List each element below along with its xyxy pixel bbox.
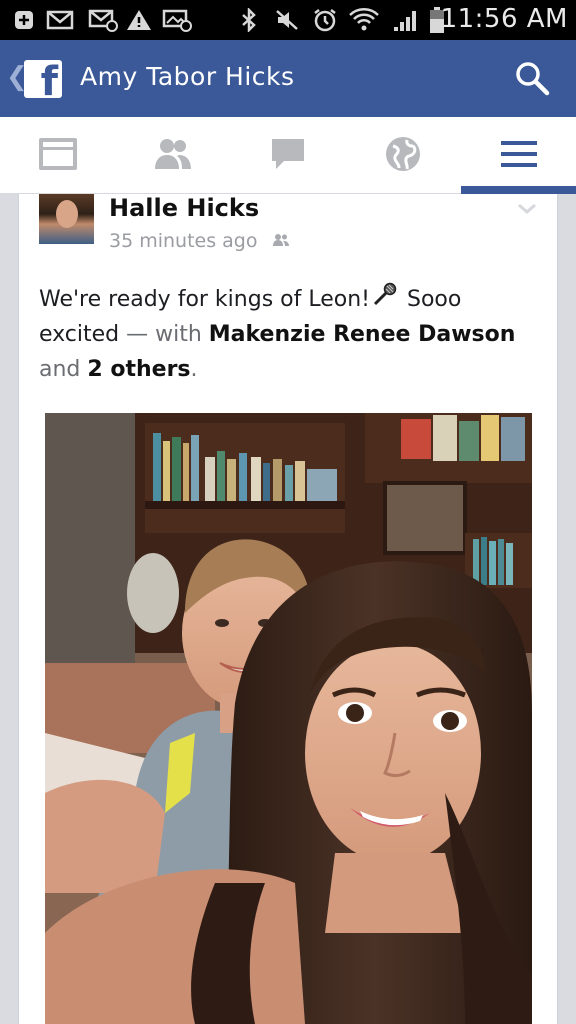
chevron-down-icon[interactable] [517, 200, 537, 219]
image-mail-icon [162, 8, 192, 32]
tagged-friend-link[interactable]: Makenzie Renee Dawson [209, 322, 516, 347]
alarm-icon [312, 8, 338, 32]
microphone-icon [372, 282, 398, 317]
page-title: Amy Tabor Hicks [80, 62, 295, 91]
chat-bubble-icon [270, 137, 306, 175]
tab-friend-requests[interactable] [115, 117, 230, 194]
post-text: We're ready for kings of Leon! Sooo exci… [39, 282, 539, 387]
tab-news-feed[interactable] [0, 117, 115, 194]
email-at-icon [88, 8, 118, 32]
app-header: ❮ f Amy Tabor Hicks [0, 40, 576, 117]
clock: 11:56 AM [440, 4, 568, 34]
friends-privacy-icon [272, 230, 290, 252]
post-timestamp[interactable]: 35 minutes ago [109, 230, 258, 252]
facebook-logo[interactable]: f [24, 60, 62, 102]
globe-icon [385, 136, 421, 176]
tab-bar [0, 117, 576, 194]
menu-icon [500, 139, 538, 173]
mail-icon [46, 8, 74, 32]
wifi-icon [348, 8, 380, 32]
warning-icon [126, 8, 152, 32]
news-feed-icon [38, 137, 78, 175]
selfie-image [45, 413, 532, 1024]
post-meta: 35 minutes ago [109, 230, 290, 252]
tab-messages[interactable] [230, 117, 345, 194]
tab-notifications[interactable] [345, 117, 460, 194]
status-bar: 11:56 AM [0, 0, 576, 40]
plus-box-icon [12, 8, 36, 32]
tab-more[interactable] [461, 117, 576, 194]
friends-icon [153, 137, 193, 175]
signal-icon [392, 8, 420, 32]
bluetooth-icon [240, 8, 258, 32]
search-icon[interactable] [514, 60, 550, 96]
post-author[interactable]: Halle Hicks [109, 194, 259, 222]
mute-icon [274, 8, 300, 32]
avatar[interactable] [39, 194, 94, 244]
post-card: Halle Hicks 35 minutes ago We're ready f… [18, 194, 558, 1024]
others-link[interactable]: 2 others [87, 357, 190, 382]
post-photo[interactable] [45, 413, 532, 1024]
